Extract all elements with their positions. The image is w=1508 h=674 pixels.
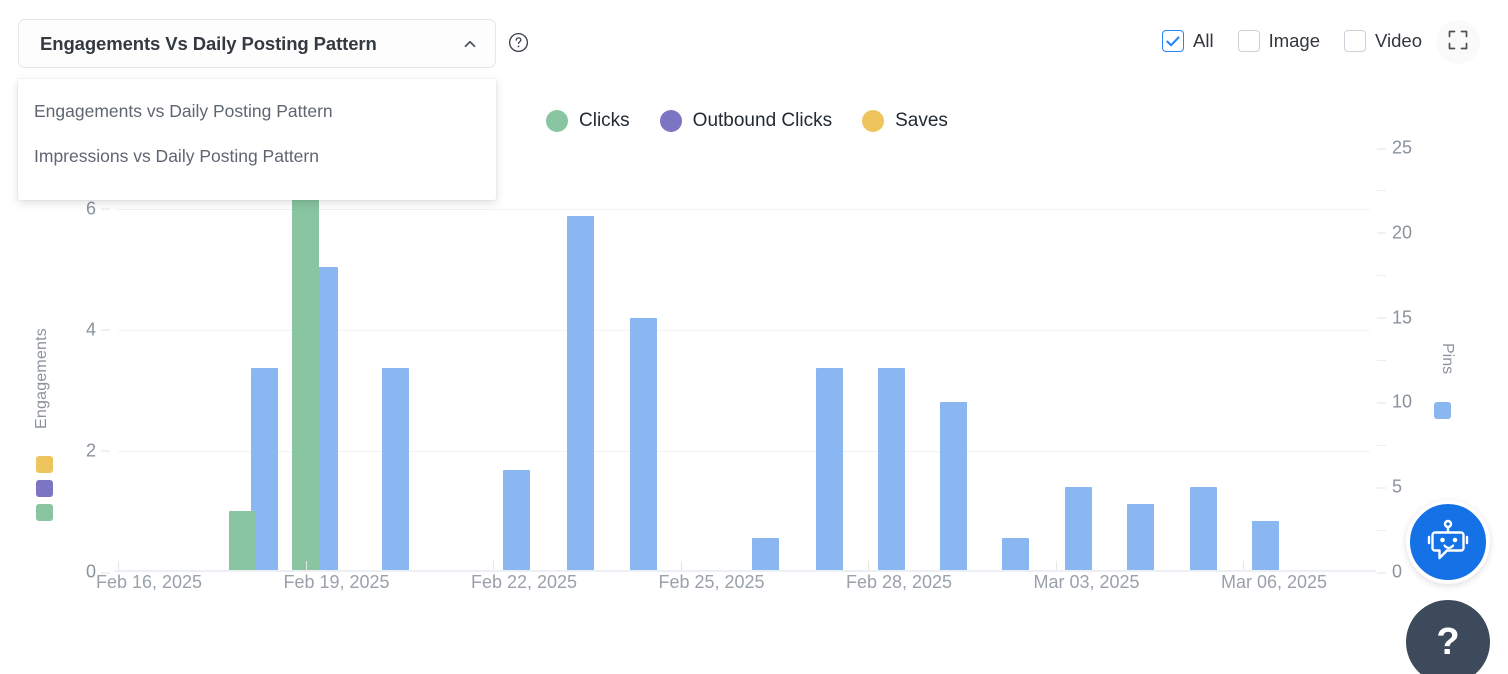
bar-clicks[interactable]	[291, 135, 319, 572]
widget-header: Engagements Vs Daily Posting Pattern All…	[0, 0, 1508, 86]
x-tick-label: Feb 28, 2025	[845, 572, 953, 592]
filter-video-label: Video	[1375, 30, 1422, 51]
filter-video[interactable]: Video	[1344, 30, 1422, 52]
help-question-label: ?	[1436, 620, 1460, 663]
chart-legend: Clicks Outbound Clicks Saves	[546, 110, 965, 132]
dropdown-option-engagements-label: Engagements vs Daily Posting Pattern	[34, 101, 333, 121]
x-tick-label: Feb 19, 2025	[283, 572, 390, 592]
bar-pins[interactable]	[502, 470, 530, 572]
x-tick-mark	[118, 561, 119, 570]
chevron-up-icon	[461, 35, 479, 53]
swatch-pins	[1434, 402, 1451, 419]
bar-pins[interactable]	[566, 215, 594, 572]
y-tick-right-10: 10	[1376, 391, 1413, 412]
legend-item-outbound-clicks[interactable]: Outbound Clicks	[659, 110, 833, 132]
y-axis-left-swatches	[36, 456, 53, 521]
y-axis-left: Engagements 0246	[0, 148, 118, 582]
bar-clicks[interactable]	[228, 511, 256, 572]
chatbot-button[interactable]	[1406, 500, 1490, 584]
legend-swatch-saves	[862, 110, 885, 132]
bar-pins[interactable]	[1064, 487, 1092, 572]
bar-pins[interactable]	[877, 368, 905, 572]
legend-label-saves: Saves	[895, 110, 948, 131]
bar-pins[interactable]	[629, 317, 657, 572]
y-tick-right-5: 5	[1376, 476, 1403, 497]
x-tick-label: Mar 03, 2025	[1033, 572, 1140, 592]
y-tick-right-25: 25	[1376, 137, 1413, 158]
dropdown-option-impressions-label: Impressions vs Daily Posting Pattern	[34, 146, 319, 166]
bar-pins[interactable]	[1189, 487, 1217, 572]
fullscreen-icon	[1447, 29, 1469, 56]
y-tick-right-15: 15	[1376, 307, 1413, 328]
x-tick-mark	[1055, 561, 1057, 570]
bar-pins[interactable]	[381, 368, 409, 572]
chart-type-dropdown-menu[interactable]: Engagements vs Daily Posting Pattern Imp…	[18, 79, 496, 200]
checkbox-video[interactable]	[1344, 30, 1367, 52]
x-axis: Feb 16, 2025 Feb 19, 2025 Feb 22, 2025 Feb …	[0, 561, 1508, 626]
legend-swatch-clicks	[546, 110, 568, 132]
filter-image-label: Image	[1268, 30, 1321, 51]
question-circle-icon[interactable]	[508, 32, 529, 53]
y-tick-left-6: 6	[85, 198, 111, 219]
bar-pins[interactable]	[1001, 538, 1029, 572]
bar-pins[interactable]	[1251, 521, 1279, 572]
chart-type-select[interactable]: Engagements Vs Daily Posting Pattern	[18, 19, 496, 68]
checkbox-all[interactable]	[1162, 30, 1185, 52]
dropdown-option-engagements[interactable]: Engagements vs Daily Posting Pattern	[18, 89, 496, 134]
y-axis-left-title: Engagements	[33, 328, 50, 429]
y-tick-left-2: 2	[85, 440, 111, 461]
filter-all[interactable]: All	[1162, 30, 1214, 52]
bar-pins[interactable]	[815, 368, 843, 572]
swatch-saves	[36, 456, 53, 473]
dropdown-option-impressions[interactable]: Impressions vs Daily Posting Pattern	[18, 134, 496, 179]
legend-label-outbound-clicks: Outbound Clicks	[692, 110, 833, 131]
legend-item-clicks[interactable]: Clicks	[546, 110, 630, 132]
y-tick-left-4: 4	[85, 319, 111, 340]
legend-swatch-outbound-clicks	[659, 110, 682, 132]
swatch-outbound-clicks	[36, 480, 53, 497]
widget-footer	[0, 628, 1508, 674]
filter-image[interactable]: Image	[1237, 30, 1321, 52]
checkbox-image[interactable]	[1237, 30, 1260, 52]
media-type-filters: All Image Video	[1162, 30, 1422, 52]
bar-pins[interactable]	[1126, 504, 1154, 572]
x-tick-mark	[493, 561, 494, 570]
x-tick-label: Feb 22, 2025	[470, 572, 578, 592]
bar-pins[interactable]	[939, 402, 967, 572]
x-tick-mark	[1243, 561, 1244, 570]
help-button[interactable]: ?	[1406, 600, 1490, 674]
x-tick-mark	[680, 561, 682, 570]
y-axis-right-title: Pins	[1439, 343, 1456, 375]
filter-all-label: All	[1193, 30, 1214, 51]
chatbot-icon	[1425, 519, 1471, 566]
bar-pins[interactable]	[751, 538, 779, 572]
x-tick-label: Feb 16, 2025	[95, 572, 203, 592]
x-tick-mark	[868, 561, 869, 570]
chart-type-select-value: Engagements Vs Daily Posting Pattern	[40, 32, 377, 54]
legend-label-clicks: Clicks	[579, 110, 630, 131]
swatch-clicks	[36, 504, 53, 521]
x-tick-label: Mar 06, 2025	[1220, 572, 1328, 592]
legend-item-saves[interactable]: Saves	[862, 110, 948, 132]
analytics-chart-widget: Engagements Vs Daily Posting Pattern All…	[0, 0, 1508, 674]
x-tick-mark	[305, 561, 307, 570]
y-tick-right-20: 20	[1376, 222, 1413, 243]
plot-region	[114, 135, 1465, 572]
fullscreen-button[interactable]	[1436, 20, 1480, 64]
x-tick-label: Feb 25, 2025	[658, 572, 765, 592]
